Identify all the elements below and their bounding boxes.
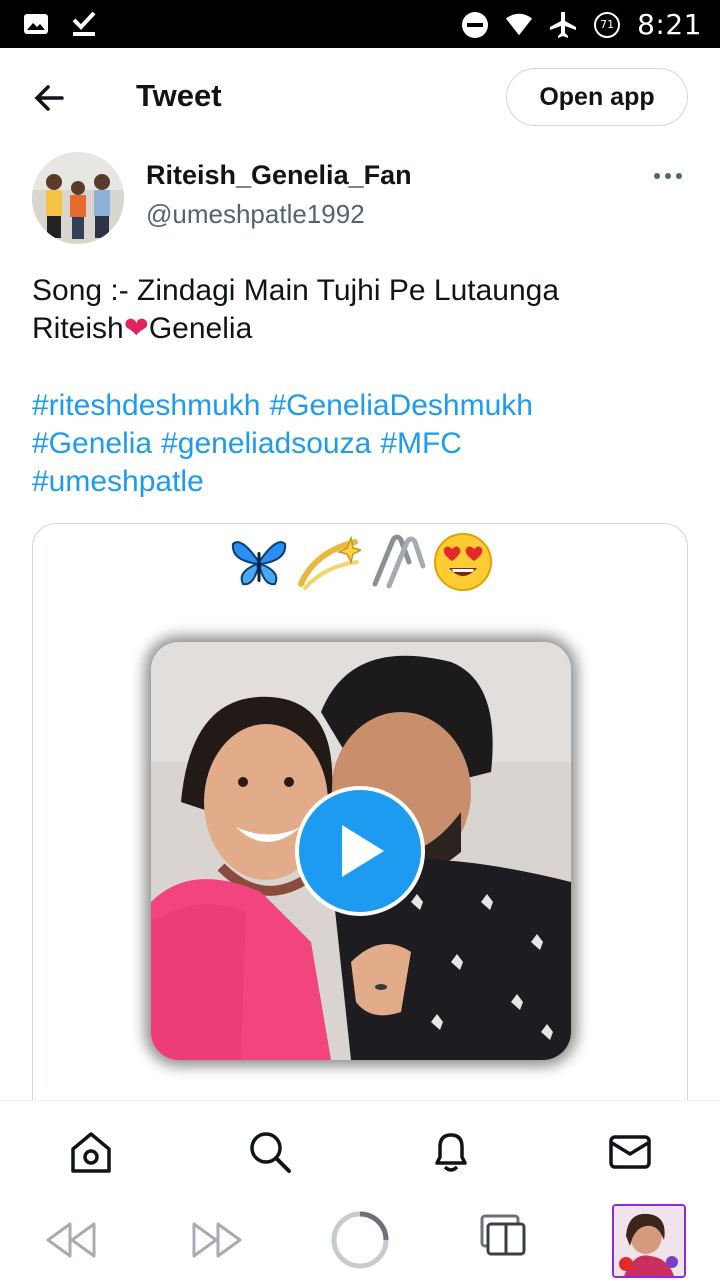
bottom-navigation (0, 1100, 720, 1201)
notifications-icon[interactable] (428, 1129, 474, 1175)
system-navigation-bar (0, 1200, 720, 1280)
hashtag-link[interactable]: #MFC (380, 427, 462, 460)
download-done-icon (70, 10, 98, 38)
home-icon[interactable] (68, 1129, 114, 1175)
back-arrow-icon[interactable] (30, 78, 70, 118)
dizzy-icon (298, 535, 361, 590)
profile-thumbnail[interactable] (612, 1204, 686, 1278)
messages-icon[interactable] (607, 1129, 653, 1175)
open-app-button[interactable]: Open app (506, 68, 688, 126)
status-bar: 71 8:21 (0, 0, 720, 48)
battery-level: 71 (600, 17, 615, 31)
author-name[interactable]: Riteish_Genelia_Fan (146, 160, 412, 191)
fast-forward-icon[interactable] (190, 1220, 244, 1265)
avatar[interactable] (32, 152, 124, 244)
hashtag-link[interactable]: #geneliadsouza (161, 427, 371, 460)
do-not-disturb-icon (461, 11, 489, 39)
heart-emoji: ❤ (123, 312, 149, 345)
airplane-icon (549, 11, 577, 39)
hashtag-link[interactable]: #umeshpatle (32, 465, 204, 498)
heart-eyes-emoji-icon (434, 533, 492, 591)
hashtag-link[interactable]: #riteshdeshmukh (32, 389, 260, 422)
butterfly-icon (231, 541, 287, 586)
status-time: 8:21 (637, 8, 702, 41)
page-title: Tweet (136, 78, 222, 113)
author-handle[interactable]: @umeshpatle1992 (146, 199, 365, 230)
battery-icon: 71 (593, 11, 621, 39)
tweet-text-line2: Riteish❤Genelia (32, 310, 692, 348)
tweet-text: Song :- Zindagi Main Tujhi Pe Lutaunga R… (32, 272, 692, 348)
tweet-text-riteish: Riteish (32, 312, 124, 345)
hashtag-link[interactable]: #GeneliaDeshmukh (269, 389, 532, 422)
rewind-icon[interactable] (44, 1220, 98, 1265)
overlay-emojis (229, 532, 493, 592)
tweet-text-genelia: Genelia (148, 312, 253, 345)
video-card[interactable] (32, 523, 688, 1145)
top-bar: Tweet Open app (0, 48, 720, 146)
gallery-icon (22, 10, 50, 38)
loading-circle-icon[interactable] (330, 1210, 390, 1275)
hashtags: #riteshdeshmukh #GeneliaDeshmukh #Genelia… (32, 387, 692, 501)
hashtag-link[interactable]: #Genelia (32, 427, 152, 460)
paperclips-icon (372, 534, 426, 589)
more-options-icon[interactable] (654, 166, 688, 186)
tweet-text-line1: Song :- Zindagi Main Tujhi Pe Lutaunga (32, 274, 560, 307)
tabs-icon[interactable] (480, 1214, 528, 1263)
play-button[interactable] (295, 786, 425, 916)
search-icon[interactable] (247, 1129, 293, 1175)
wifi-icon (505, 11, 533, 39)
